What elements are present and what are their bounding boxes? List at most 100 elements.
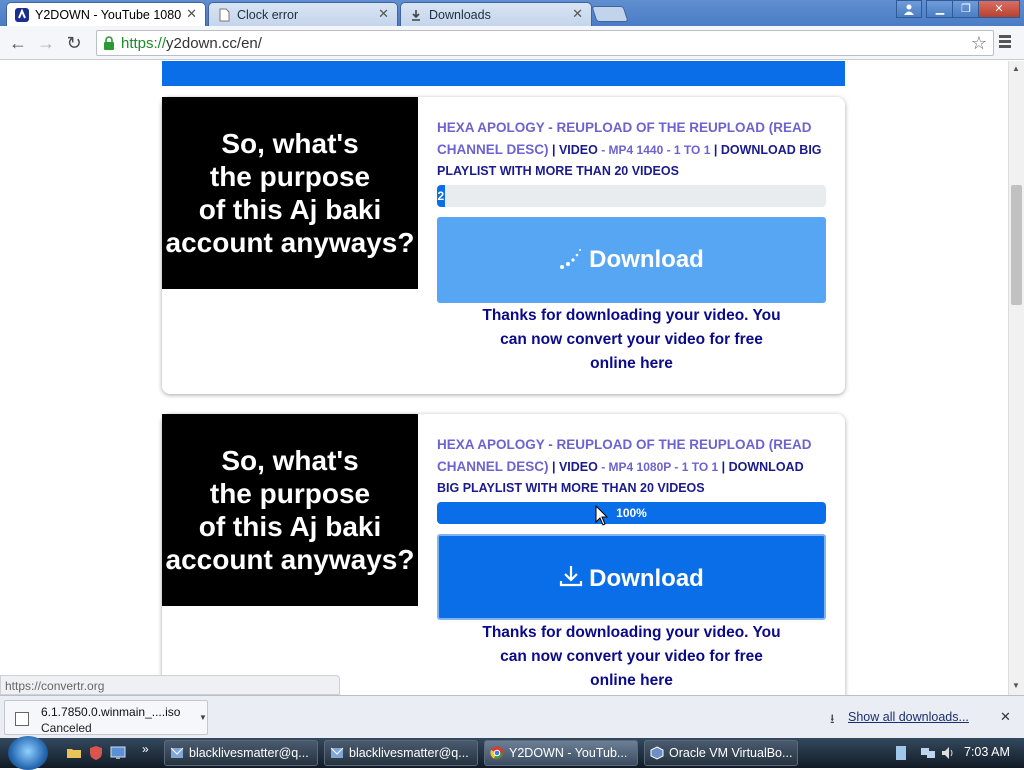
- thumbnail-caption-line: of this Aj baki: [198, 194, 382, 225]
- maximize-button[interactable]: ❐: [952, 0, 980, 18]
- thumbnail-caption-line: So, what's: [221, 128, 359, 159]
- minimize-button[interactable]: ▁: [926, 0, 954, 18]
- thanks-message[interactable]: Thanks for downloading your video. You c…: [437, 621, 826, 693]
- header-banner: [162, 61, 845, 86]
- taskbar-item[interactable]: Y2DOWN - YouTub...: [484, 740, 638, 766]
- download-button[interactable]: Download: [437, 534, 826, 620]
- close-tab-icon[interactable]: ✕: [186, 6, 197, 22]
- tab-label: Y2DOWN - YouTube 1080: [35, 8, 182, 22]
- taskbar-item[interactable]: blacklivesmatter@q...: [164, 740, 318, 766]
- close-icon: ✕: [994, 3, 1004, 15]
- thumbnail-caption-line: of this Aj baki: [198, 511, 382, 542]
- arrow-left-icon: ←: [9, 33, 27, 53]
- browser-toolbar: ← → ↻ https://y2down.cc/en/ ☆: [0, 26, 1024, 60]
- close-tab-icon[interactable]: ✕: [572, 6, 583, 22]
- close-window-button[interactable]: ✕: [978, 0, 1020, 18]
- network-icon[interactable]: [920, 745, 936, 761]
- separator: |: [548, 143, 559, 157]
- chevron-down-icon[interactable]: ▼: [199, 713, 207, 722]
- bookmark-star-icon[interactable]: ☆: [971, 33, 987, 54]
- show-all-downloads-link[interactable]: ⭳ Show all downloads...: [830, 710, 969, 726]
- video-title: HEXA APOLOGY - REUPLOAD OF THE REUPLOAD …: [437, 434, 827, 499]
- address-bar[interactable]: https://y2down.cc/en/ ☆: [96, 30, 994, 56]
- taskbar-item-label: Y2DOWN - YouTub...: [509, 746, 628, 760]
- back-button[interactable]: ←: [6, 31, 30, 55]
- email-app-icon: [170, 747, 184, 758]
- scrollbar-thumb[interactable]: [1011, 185, 1022, 305]
- video-type: VIDEO: [558, 460, 598, 474]
- system-clock[interactable]: 7:03 AM: [964, 745, 1010, 759]
- separator: |: [710, 143, 721, 157]
- user-icon: [904, 4, 914, 15]
- url-text: https://y2down.cc/en/: [121, 35, 262, 52]
- lock-icon: [104, 36, 114, 50]
- more-quick-launch-icon[interactable]: »: [142, 742, 149, 756]
- new-tab-button[interactable]: [591, 6, 629, 22]
- url-scheme: https://: [121, 35, 167, 52]
- minimize-icon: ▁: [935, 3, 945, 15]
- system-tray: 7:03 AM: [886, 738, 1024, 768]
- thumbnail-caption-line: the purpose: [209, 161, 371, 192]
- desktop-icon[interactable]: [110, 745, 126, 761]
- download-icon: [412, 10, 420, 21]
- thanks-line: Thanks for downloading your video. You: [482, 307, 781, 324]
- taskbar-item-label: blacklivesmatter@q...: [189, 746, 309, 760]
- arrow-right-icon: →: [37, 33, 55, 53]
- virtualbox-icon: [650, 746, 664, 760]
- thumbnail-caption-line: account anyways?: [165, 227, 415, 258]
- tab-clock-error[interactable]: Clock error ✕: [208, 2, 398, 26]
- download-button[interactable]: Download: [437, 217, 826, 303]
- taskbar-item[interactable]: Oracle VM VirtualBo...: [644, 740, 798, 766]
- close-tab-icon[interactable]: ✕: [378, 6, 389, 22]
- progress-fill: 2: [437, 185, 445, 207]
- tray-app-icon[interactable]: [894, 745, 908, 761]
- download-icon: ⭳: [830, 711, 835, 726]
- forward-button[interactable]: →: [34, 31, 58, 55]
- video-format: - MP4 1440 - 1 TO 1: [597, 143, 711, 157]
- download-progress-bar: 2: [437, 185, 826, 207]
- progress-fill: 100%: [437, 502, 826, 524]
- start-button[interactable]: [8, 736, 48, 770]
- tab-label: Clock error: [237, 8, 299, 22]
- user-profile-button[interactable]: [896, 0, 922, 18]
- video-card: So, what's the purpose of this Aj baki a…: [162, 414, 845, 695]
- reload-button[interactable]: ↻: [62, 31, 86, 55]
- file-icon: [15, 712, 29, 726]
- video-thumbnail: So, what's the purpose of this Aj baki a…: [162, 97, 418, 289]
- download-progress-bar: 100%: [437, 502, 826, 524]
- show-all-label: Show all downloads...: [848, 710, 969, 724]
- video-type: VIDEO: [558, 143, 598, 157]
- taskbar-item[interactable]: blacklivesmatter@q...: [324, 740, 478, 766]
- separator: |: [718, 460, 729, 474]
- video-title: HEXA APOLOGY - REUPLOAD OF THE REUPLOAD …: [437, 117, 827, 182]
- download-item[interactable]: 6.1.7850.0.winmain_....iso Canceled ▼: [4, 700, 208, 735]
- taskbar-item-label: Oracle VM VirtualBo...: [669, 746, 793, 760]
- url-host: y2down.cc/en/: [166, 35, 262, 52]
- folder-icon[interactable]: [66, 745, 82, 761]
- thumbnail-caption-line: the purpose: [209, 478, 371, 509]
- shield-icon[interactable]: [88, 745, 104, 761]
- chrome-menu-icon[interactable]: [999, 33, 1015, 53]
- tab-y2down[interactable]: Y2DOWN - YouTube 1080 ✕: [6, 2, 206, 27]
- vertical-scrollbar[interactable]: ▲ ▼: [1008, 61, 1024, 695]
- thanks-line: online here: [590, 672, 673, 689]
- thanks-message[interactable]: Thanks for downloading your video. You c…: [437, 304, 826, 376]
- tab-downloads[interactable]: Downloads ✕: [400, 2, 592, 26]
- chrome-icon: [490, 746, 504, 760]
- scroll-down-icon[interactable]: ▼: [1012, 681, 1020, 690]
- download-button-label: Download: [589, 565, 704, 592]
- scroll-up-icon[interactable]: ▲: [1012, 64, 1020, 73]
- page-icon: [219, 8, 230, 22]
- loading-spinner-icon: [560, 248, 582, 269]
- video-card: So, what's the purpose of this Aj baki a…: [162, 97, 845, 394]
- download-icon: [560, 565, 583, 586]
- video-thumbnail: So, what's the purpose of this Aj baki a…: [162, 414, 418, 606]
- close-shelf-icon[interactable]: ✕: [1000, 709, 1011, 725]
- thanks-line: can now convert your video for free: [500, 648, 763, 665]
- windows-taskbar: » blacklivesmatter@q... blacklivesmatter…: [0, 736, 1024, 770]
- mouse-cursor-icon: [595, 505, 609, 526]
- download-status: Canceled: [41, 721, 92, 735]
- taskbar-item-label: blacklivesmatter@q...: [349, 746, 469, 760]
- volume-icon[interactable]: [940, 745, 956, 761]
- download-file-name: 6.1.7850.0.winmain_....iso: [41, 705, 181, 719]
